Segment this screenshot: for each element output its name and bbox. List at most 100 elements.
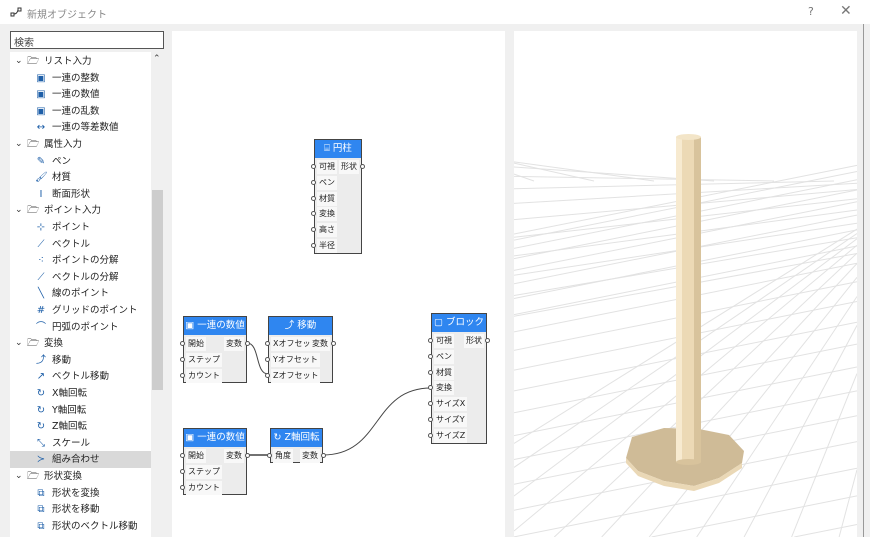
tree-group-label: 変換 (44, 338, 64, 350)
shape-move-icon: ⧉ (37, 504, 45, 516)
tree-item[interactable]: ▣ 一連の数値 (10, 86, 151, 103)
tree-group[interactable]: ⌄ 🗁 変換 (10, 335, 151, 352)
help-button[interactable]: ? (808, 5, 814, 18)
input-port[interactable] (311, 211, 316, 217)
output-port[interactable] (360, 164, 365, 169)
folder-icon: 🗁 (27, 139, 40, 150)
input-port[interactable] (180, 484, 185, 490)
input-port[interactable] (265, 372, 270, 378)
tree-item-label: 組み合わせ (52, 454, 100, 466)
input-port[interactable] (311, 195, 316, 201)
input-port[interactable] (428, 401, 433, 407)
input-port[interactable] (428, 369, 433, 375)
tree-group[interactable]: ⌄ 🗁 形状変換 (10, 468, 151, 485)
chevron-down-icon[interactable]: ⌄ (15, 202, 23, 219)
output-port[interactable] (331, 341, 336, 346)
input-port[interactable] (180, 341, 185, 346)
tree-item[interactable]: I 断面形状 (10, 186, 151, 203)
tree-item[interactable]: ⌒ 円弧のポイント (10, 319, 151, 336)
input-port[interactable] (180, 468, 185, 474)
tree-item-label: 材質 (52, 172, 72, 184)
output-port[interactable] (245, 341, 250, 346)
tree-item[interactable]: ↗ ベクトル移動 (10, 368, 151, 385)
3d-preview[interactable] (514, 31, 857, 537)
tree-item[interactable]: ⧉ 形状のベクトル移動 (10, 518, 151, 535)
tree-item[interactable]: ⁖ ポイントの分解 (10, 252, 151, 269)
input-port[interactable] (311, 227, 316, 233)
input-port[interactable] (428, 417, 433, 422)
tree-item-label: 一連の整数 (52, 72, 100, 84)
rotate-y-icon: ↻ (36, 404, 46, 416)
grid-line (743, 325, 857, 537)
tree-scrollbar[interactable]: ⌃ (151, 52, 164, 537)
input-port[interactable] (180, 453, 185, 458)
tree-item[interactable]: ≻ 組み合わせ (10, 451, 151, 469)
node-title: 移動 (297, 320, 317, 331)
output-port[interactable] (485, 338, 490, 343)
tree-item[interactable]: ⧉ 形状を移動 (10, 501, 151, 518)
node-move[interactable]: ⤴ 移動 Xオフセット Yオフセット Zオフセット 変数 (265, 316, 336, 383)
node-block[interactable]: ▢ ブロック 可視 ペン 材質 変換 サイズX サイズY サイズZ 形状 (428, 313, 490, 444)
node-header[interactable]: ▢ ブロック (432, 314, 486, 332)
input-port[interactable] (265, 356, 270, 362)
input-port[interactable] (180, 356, 185, 362)
node-series1[interactable]: ▣ 一連の数値 開始 ステップ カウント 変数 (180, 316, 250, 383)
output-port[interactable] (245, 453, 250, 458)
tree-item-label: ベクトルの分解 (52, 271, 119, 283)
tree-item[interactable]: ⤡ スケール (10, 435, 151, 452)
tree-item[interactable]: ⧉ 形状を変換 (10, 485, 151, 502)
tree-item[interactable]: ↻ X軸回転 (10, 385, 151, 402)
scrollbar-thumb[interactable] (152, 190, 163, 390)
input-port-label: 角度 (273, 449, 293, 463)
tree-item-label: ベクトル移動 (52, 371, 110, 383)
tree-item[interactable]: ▣ 一連の乱数 (10, 103, 151, 120)
input-port[interactable] (265, 341, 270, 346)
input-port[interactable] (180, 372, 185, 378)
tree-item[interactable]: ↻ Y軸回転 (10, 402, 151, 419)
tree-group[interactable]: ⌄ 🗁 ポイント入力 (10, 202, 151, 219)
output-port[interactable] (321, 453, 326, 458)
node-rotz[interactable]: ↻ Z軸回転 角度 変数 (267, 428, 326, 463)
node-header[interactable]: ⤴ 移動 (269, 317, 332, 335)
tree-item[interactable]: ✎ ペン (10, 153, 151, 170)
input-port[interactable] (267, 453, 272, 458)
close-button[interactable]: ✕ (840, 3, 852, 19)
node-cylinder[interactable]: ⌸ 円柱 可視 ペン 材質 変換 高さ 半径 形状 (311, 139, 365, 254)
tree-group-label: ポイント入力 (44, 205, 102, 217)
tree-item[interactable]: ⟋ ベクトルの分解 (10, 269, 151, 286)
input-port[interactable] (428, 338, 433, 343)
node-header[interactable]: ↻ Z軸回転 (271, 429, 322, 447)
node-editor-canvas[interactable]: ⌸ 円柱 可視 ペン 材質 変換 高さ 半径 形状 ▣ 一連の数値 開始 ステップ カウント 変数 ⤴ 移… (172, 31, 505, 537)
node-header[interactable]: ▣ 一連の数値 (184, 317, 246, 335)
input-port[interactable] (428, 385, 433, 391)
scroll-up-icon[interactable]: ⌃ (153, 54, 161, 64)
chevron-down-icon[interactable]: ⌄ (15, 53, 23, 70)
tree-item[interactable]: ↔ 一連の等差数値 (10, 119, 151, 136)
node-series2[interactable]: ▣ 一連の数値 開始 ステップ カウント 変数 (180, 428, 250, 495)
tree-item[interactable]: ↻ Z軸回転 (10, 418, 151, 435)
node-header[interactable]: ▣ 一連の数値 (184, 429, 246, 447)
tree-item[interactable]: ⊹ ポイント (10, 219, 151, 236)
tree-item[interactable]: # グリッドのポイント (10, 302, 151, 319)
chevron-down-icon[interactable]: ⌄ (15, 335, 23, 352)
input-port[interactable] (311, 179, 316, 185)
output-port-label: 形状 (339, 160, 359, 174)
tree-group[interactable]: ⌄ 🗁 リスト入力 (10, 53, 151, 70)
input-port-label: 開始 (186, 449, 206, 463)
shape-vector-move-icon: ⧉ (37, 520, 45, 532)
tree-item[interactable]: ⤴ 移動 (10, 352, 151, 369)
tree-group[interactable]: ⌄ 🗁 属性入力 (10, 136, 151, 153)
tree-item[interactable]: ▣ 一連の整数 (10, 70, 151, 87)
tree-item[interactable]: ╲ 線のポイント (10, 285, 151, 302)
input-port[interactable] (311, 164, 316, 169)
tree-item[interactable]: 🖌 材質 (10, 169, 151, 186)
tree-item[interactable]: ⟋ ベクトル (10, 236, 151, 253)
node-header[interactable]: ⌸ 円柱 (315, 140, 361, 158)
input-port[interactable] (311, 243, 316, 248)
folder-icon: 🗁 (27, 471, 40, 482)
chevron-down-icon[interactable]: ⌄ (15, 468, 23, 485)
chevron-down-icon[interactable]: ⌄ (15, 136, 23, 153)
input-port[interactable] (428, 432, 433, 438)
search-input[interactable]: 検索 (10, 31, 164, 49)
input-port[interactable] (428, 353, 433, 359)
